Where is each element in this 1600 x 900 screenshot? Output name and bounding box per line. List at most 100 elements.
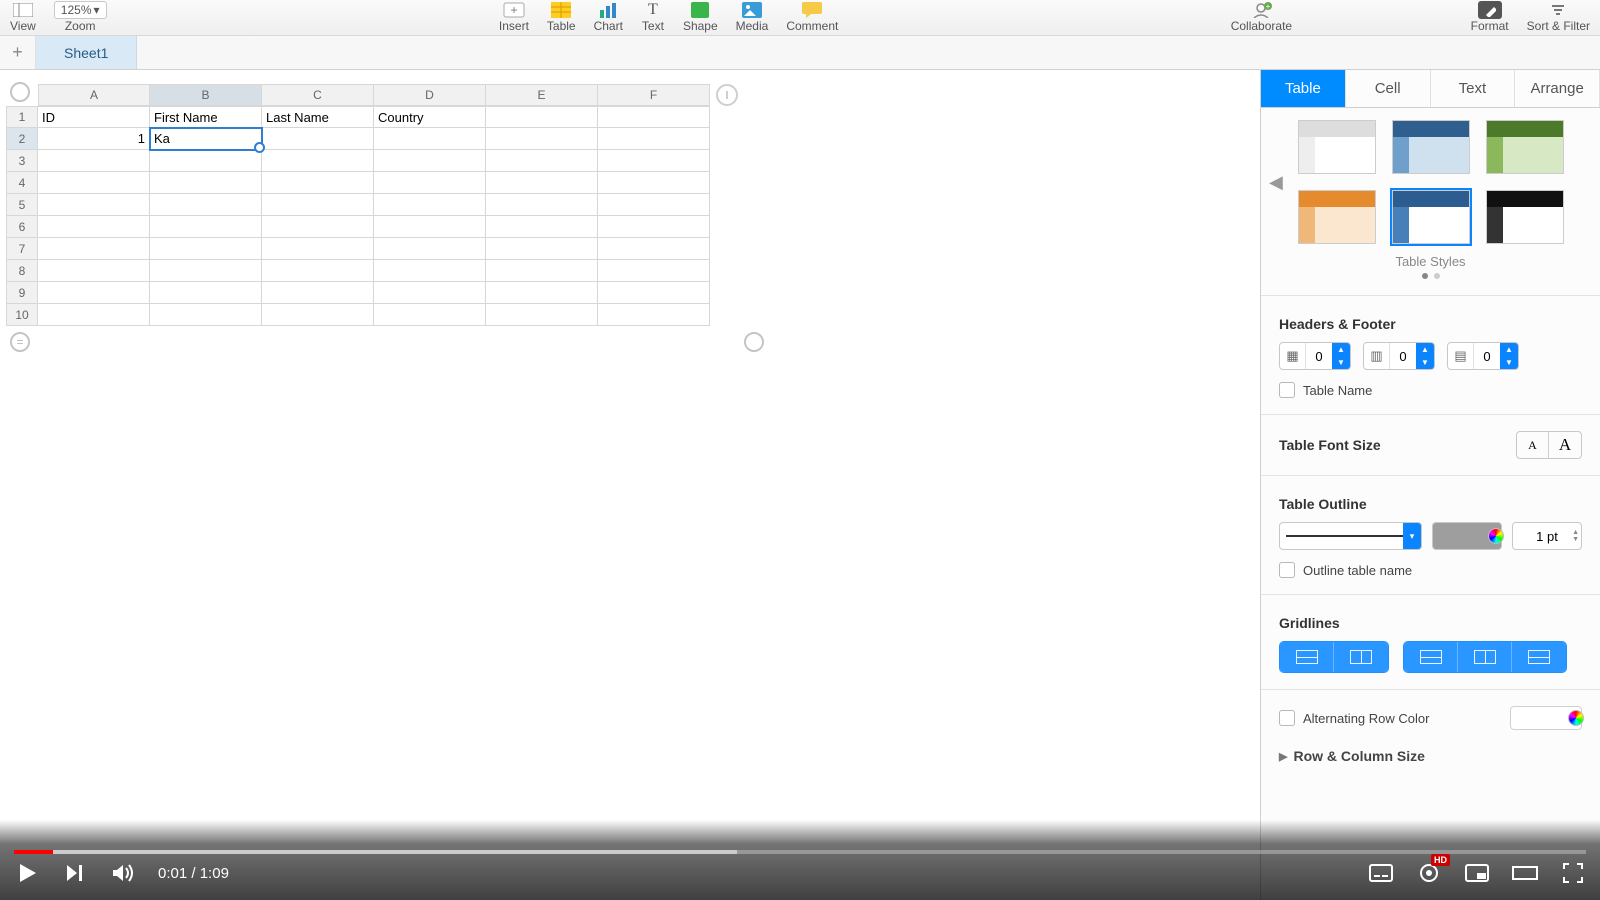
zoom-menu[interactable]: 125%▾ Zoom (54, 1, 107, 33)
media-button[interactable]: Media (736, 1, 769, 33)
cell-F2[interactable] (598, 128, 710, 150)
cell[interactable] (598, 150, 710, 172)
gridlines-footer[interactable] (1512, 642, 1566, 672)
cell-E2[interactable] (486, 128, 598, 150)
cell[interactable] (598, 238, 710, 260)
chart-button[interactable]: Chart (594, 1, 623, 33)
add-row-handle[interactable]: = (10, 332, 30, 352)
outline-width-input[interactable]: 1 pt▲▼ (1512, 522, 1582, 550)
alt-row-checkbox[interactable] (1279, 710, 1295, 726)
cell[interactable] (38, 216, 150, 238)
outline-color-swatch[interactable] (1432, 522, 1502, 550)
cell[interactable] (38, 150, 150, 172)
col-header-C[interactable]: C (262, 84, 374, 106)
cell[interactable] (150, 172, 262, 194)
cell[interactable] (38, 304, 150, 326)
cell[interactable] (598, 194, 710, 216)
gridlines-body-h[interactable] (1280, 642, 1334, 672)
cell[interactable] (262, 194, 374, 216)
cell[interactable] (598, 216, 710, 238)
cell[interactable] (150, 216, 262, 238)
footer-rows-stepper[interactable]: ▤0▲▼ (1447, 342, 1519, 370)
cell-B2[interactable]: Ka (150, 128, 262, 150)
gridlines-header-v[interactable] (1458, 642, 1512, 672)
style-thumb[interactable] (1486, 120, 1564, 174)
cell-D2[interactable] (374, 128, 486, 150)
gridlines-body-v[interactable] (1334, 642, 1388, 672)
cell-A1[interactable]: ID (38, 106, 150, 128)
row-header-4[interactable]: 4 (6, 172, 38, 194)
tab-text[interactable]: Text (1431, 70, 1516, 107)
row-header-9[interactable]: 9 (6, 282, 38, 304)
captions-button[interactable] (1368, 860, 1394, 886)
next-button[interactable] (62, 860, 88, 886)
shape-button[interactable]: Shape (683, 1, 718, 33)
tab-table[interactable]: Table (1261, 70, 1346, 107)
cell[interactable] (486, 260, 598, 282)
color-picker-icon[interactable] (1488, 528, 1504, 544)
cell[interactable] (486, 282, 598, 304)
zoom-dropdown[interactable]: 125%▾ (54, 1, 107, 19)
cell[interactable] (598, 172, 710, 194)
table-handle-topleft[interactable] (10, 82, 30, 102)
style-thumb[interactable] (1392, 120, 1470, 174)
cell[interactable] (374, 282, 486, 304)
settings-button[interactable] (1416, 860, 1442, 886)
cell[interactable] (262, 238, 374, 260)
row-header-5[interactable]: 5 (6, 194, 38, 216)
cell[interactable] (374, 194, 486, 216)
play-button[interactable] (14, 860, 40, 886)
outline-name-checkbox[interactable] (1279, 562, 1295, 578)
cell[interactable] (598, 260, 710, 282)
video-progress[interactable] (14, 850, 1586, 854)
cell-A2[interactable]: 1 (38, 128, 150, 150)
cell-C1[interactable]: Last Name (262, 106, 374, 128)
cell[interactable] (38, 260, 150, 282)
comment-button[interactable]: Comment (786, 1, 838, 33)
row-col-size-disclosure[interactable]: ▶Row & Column Size (1279, 748, 1582, 764)
cell[interactable] (150, 260, 262, 282)
collaborate-button[interactable]: + Collaborate (1231, 1, 1292, 33)
col-header-A[interactable]: A (38, 84, 150, 106)
cell-C2[interactable] (262, 128, 374, 150)
cell[interactable] (150, 238, 262, 260)
outline-style-select[interactable]: ▾ (1279, 522, 1422, 550)
cell[interactable] (262, 216, 374, 238)
cell-D1[interactable]: Country (374, 106, 486, 128)
cell[interactable] (374, 304, 486, 326)
table-resize-handle[interactable] (744, 332, 764, 352)
header-cols-stepper[interactable]: ▥0▲▼ (1363, 342, 1435, 370)
cell[interactable] (374, 238, 486, 260)
text-button[interactable]: T Text (641, 1, 665, 33)
cell[interactable] (486, 150, 598, 172)
table-name-checkbox[interactable] (1279, 382, 1295, 398)
cell[interactable] (262, 260, 374, 282)
format-button[interactable]: Format (1471, 1, 1509, 33)
theater-button[interactable] (1512, 860, 1538, 886)
cell[interactable] (486, 172, 598, 194)
cell[interactable] (38, 194, 150, 216)
cell[interactable] (262, 304, 374, 326)
row-header-8[interactable]: 8 (6, 260, 38, 282)
cell[interactable] (486, 216, 598, 238)
col-header-F[interactable]: F (598, 84, 710, 106)
cell[interactable] (598, 282, 710, 304)
table-button[interactable]: Table (547, 1, 576, 33)
spreadsheet-canvas[interactable]: A B C D E F 1 ID First Name Last Name Co… (0, 70, 1260, 900)
miniplayer-button[interactable] (1464, 860, 1490, 886)
row-header-3[interactable]: 3 (6, 150, 38, 172)
style-thumb[interactable] (1486, 190, 1564, 244)
cell[interactable] (598, 304, 710, 326)
font-larger-button[interactable]: A (1549, 432, 1581, 458)
col-header-E[interactable]: E (486, 84, 598, 106)
cell[interactable] (486, 304, 598, 326)
tab-arrange[interactable]: Arrange (1515, 70, 1600, 107)
cell[interactable] (38, 282, 150, 304)
row-header-7[interactable]: 7 (6, 238, 38, 260)
fullscreen-button[interactable] (1560, 860, 1586, 886)
insert-button[interactable]: + Insert (499, 1, 529, 33)
cell[interactable] (262, 172, 374, 194)
sheet-tab-1[interactable]: Sheet1 (36, 36, 137, 69)
header-rows-stepper[interactable]: ▦0▲▼ (1279, 342, 1351, 370)
view-menu[interactable]: View (10, 1, 36, 33)
